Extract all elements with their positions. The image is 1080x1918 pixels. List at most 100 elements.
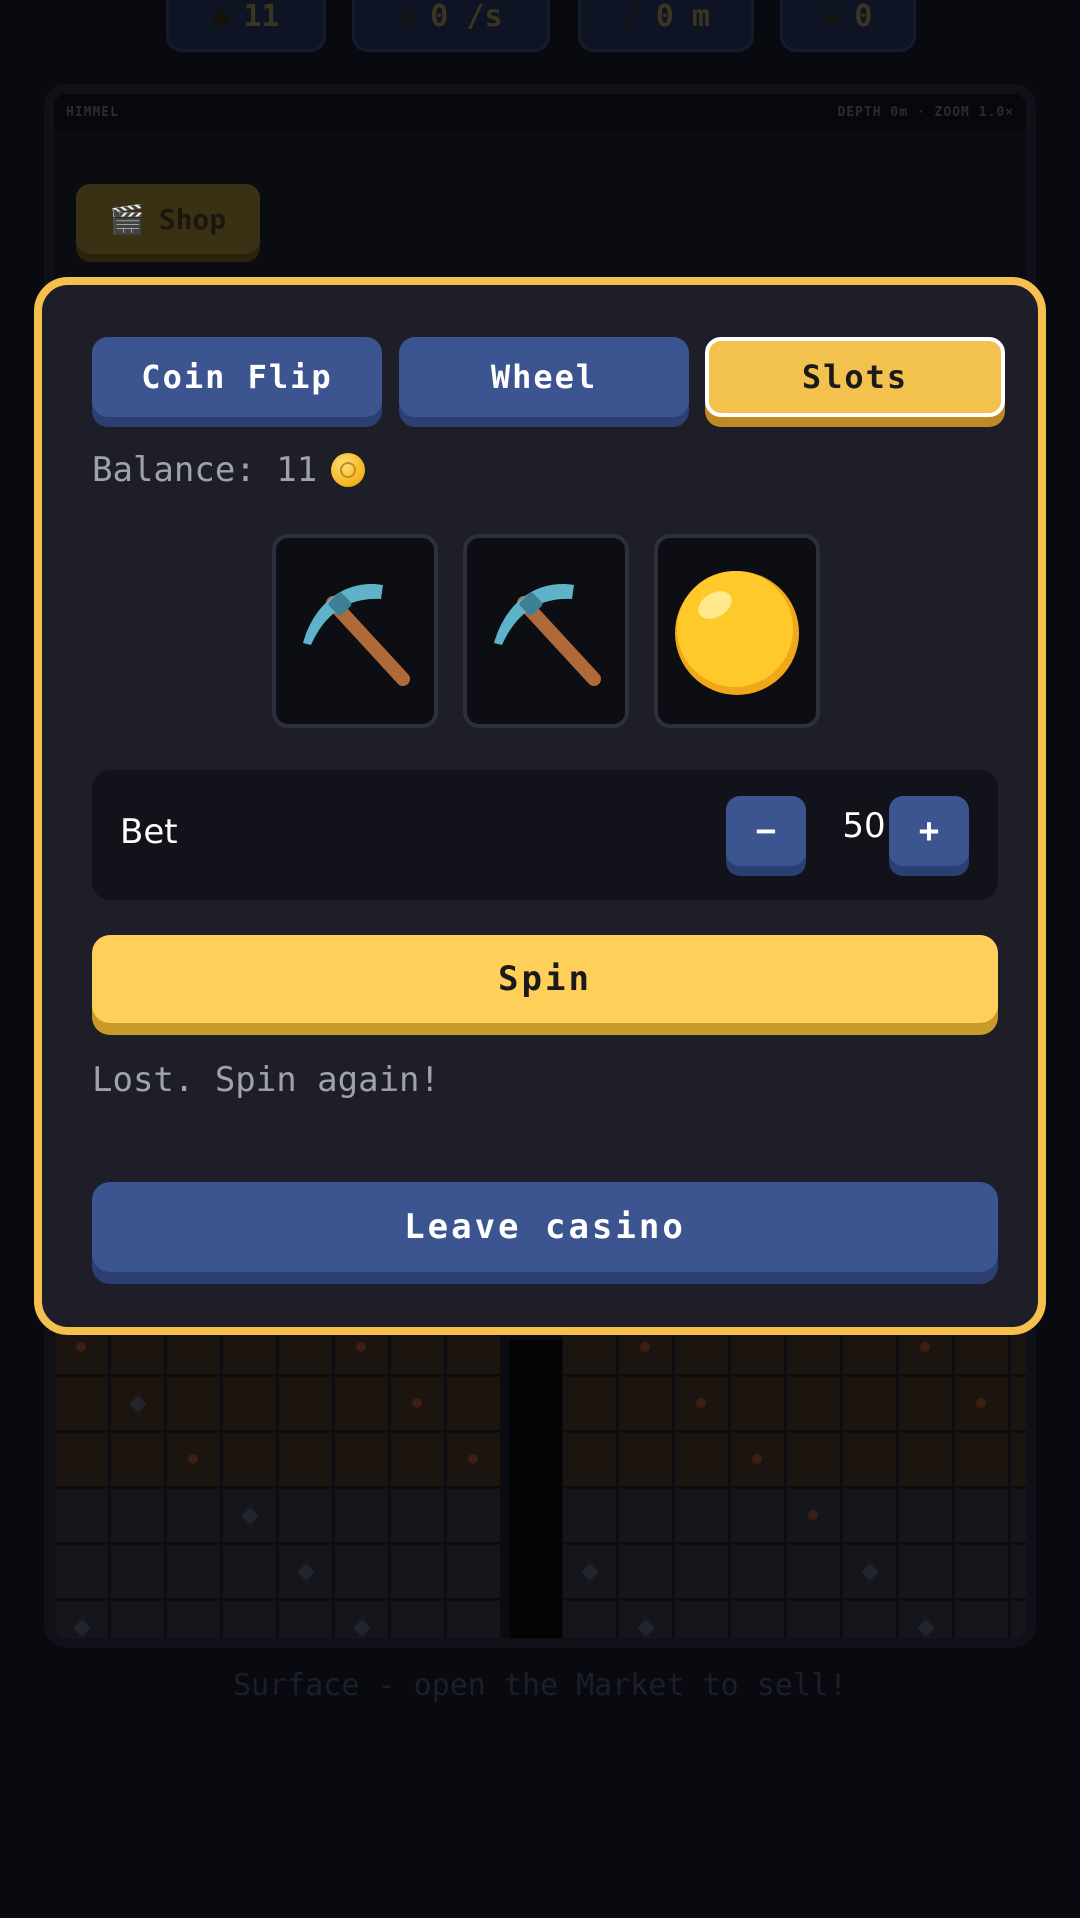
ground-tile <box>390 1600 445 1638</box>
slot-reel-1 <box>272 534 438 728</box>
ground-tile <box>730 1600 785 1638</box>
ground-tile <box>786 1544 841 1599</box>
shovel-icon: ⟋ <box>622 0 642 32</box>
ground-tile <box>110 1432 165 1487</box>
slot-reel-2 <box>463 534 629 728</box>
ground-tile <box>166 1376 221 1431</box>
stats-bar: ● 11 ⚙ 0 /s ⟋ 0 m ♛ 0 <box>0 0 1080 56</box>
crowns-value: 0 <box>854 0 873 34</box>
ground-tile <box>674 1432 729 1487</box>
ground-tile <box>898 1544 953 1599</box>
ground-tile <box>390 1488 445 1543</box>
ground-tile <box>562 1488 617 1543</box>
ore-deposit <box>188 1454 198 1464</box>
coins-value: 11 <box>243 0 280 34</box>
gear-icon: ⚙ <box>399 0 417 33</box>
ground-tile <box>278 1376 333 1431</box>
ground-tile <box>110 1544 165 1599</box>
ground-tile <box>1010 1600 1026 1638</box>
ground-tile <box>954 1600 1009 1638</box>
ground-tile <box>54 1432 109 1487</box>
ground-tile <box>954 1544 1009 1599</box>
casino-modal: Coin Flip Wheel Slots Balance: 11 Bet − … <box>34 277 1046 1335</box>
ground-tile <box>446 1488 501 1543</box>
ground-tile <box>110 1600 165 1638</box>
ground-tile <box>842 1376 897 1431</box>
ground-tile <box>54 1376 109 1431</box>
ore-deposit <box>976 1398 986 1408</box>
ground-tile <box>674 1544 729 1599</box>
slot-reel-3 <box>654 534 820 728</box>
ground-tile <box>390 1544 445 1599</box>
crowns-stat: ♛ 0 <box>780 0 916 52</box>
tab-wheel[interactable]: Wheel <box>399 337 689 417</box>
viewport-hud: HIMMEL DEPTH 0m · ZOOM 1.0× <box>54 94 1026 130</box>
bet-amount: 50 <box>842 806 886 846</box>
mine-shaft <box>510 1340 562 1638</box>
result-message: Lost. Spin again! <box>92 1060 440 1100</box>
ore-deposit <box>76 1342 86 1352</box>
ground-tile <box>786 1432 841 1487</box>
spin-button[interactable]: Spin <box>92 935 998 1023</box>
rate-value: 0 /s <box>430 0 503 34</box>
ground-tile <box>222 1544 277 1599</box>
ground-tile <box>842 1488 897 1543</box>
ground-tile <box>334 1544 389 1599</box>
ore-deposit <box>808 1510 818 1520</box>
ground-tile <box>1010 1544 1026 1599</box>
ground-tile <box>954 1488 1009 1543</box>
world-name: HIMMEL <box>66 104 119 120</box>
ground-tile <box>898 1376 953 1431</box>
balance-text: Balance: 11 <box>92 450 318 490</box>
depth-zoom-readout: DEPTH 0m · ZOOM 1.0× <box>837 104 1014 120</box>
bet-increase-button[interactable]: + <box>889 796 969 866</box>
ground-tile <box>674 1600 729 1638</box>
ground-tile <box>334 1376 389 1431</box>
ground-tile <box>898 1432 953 1487</box>
shop-label: Shop <box>158 202 227 236</box>
ground-tile <box>954 1432 1009 1487</box>
ore-deposit <box>752 1454 762 1464</box>
tab-slots[interactable]: Slots <box>705 337 1005 417</box>
ground-tile <box>842 1600 897 1638</box>
ground-tile <box>54 1544 109 1599</box>
ore-deposit <box>1032 1454 1036 1464</box>
ground-tile <box>898 1488 953 1543</box>
ground-tile <box>166 1488 221 1543</box>
ground-tile <box>166 1600 221 1638</box>
bet-label: Bet <box>120 812 178 852</box>
ground-tile <box>390 1432 445 1487</box>
balance-readout: Balance: 11 <box>92 445 366 495</box>
shop-button[interactable]: 🎬 Shop <box>76 184 260 254</box>
ground-tile <box>334 1432 389 1487</box>
ground-tile <box>446 1376 501 1431</box>
coin-icon: ● <box>212 0 230 33</box>
ore-deposit <box>696 1398 706 1408</box>
ground-tile <box>730 1544 785 1599</box>
ground-tile <box>1010 1376 1026 1431</box>
depth-value: 0 m <box>655 0 710 34</box>
crown-icon: ♛ <box>823 0 841 33</box>
ground-grid <box>54 1320 1026 1638</box>
leave-casino-button[interactable]: Leave casino <box>92 1182 998 1272</box>
ground-tile <box>562 1376 617 1431</box>
tab-coin-flip[interactable]: Coin Flip <box>92 337 382 417</box>
rate-stat: ⚙ 0 /s <box>352 0 550 52</box>
depth-stat: ⟋ 0 m <box>578 0 754 52</box>
ore-deposit <box>356 1342 366 1352</box>
clapper-icon: 🎬 <box>109 202 145 236</box>
ground-tile <box>618 1544 673 1599</box>
ground-tile <box>562 1432 617 1487</box>
ore-deposit <box>920 1342 930 1352</box>
ground-tile <box>222 1432 277 1487</box>
ground-tile <box>730 1488 785 1543</box>
ground-tile <box>110 1488 165 1543</box>
ground-tile <box>618 1376 673 1431</box>
bet-panel: Bet − 50 + <box>92 770 998 900</box>
coins-stat: ● 11 <box>166 0 326 52</box>
ground-tile <box>618 1488 673 1543</box>
ground-tile <box>446 1600 501 1638</box>
bet-decrease-button[interactable]: − <box>726 796 806 866</box>
ground-tile <box>786 1376 841 1431</box>
ground-tile <box>618 1432 673 1487</box>
